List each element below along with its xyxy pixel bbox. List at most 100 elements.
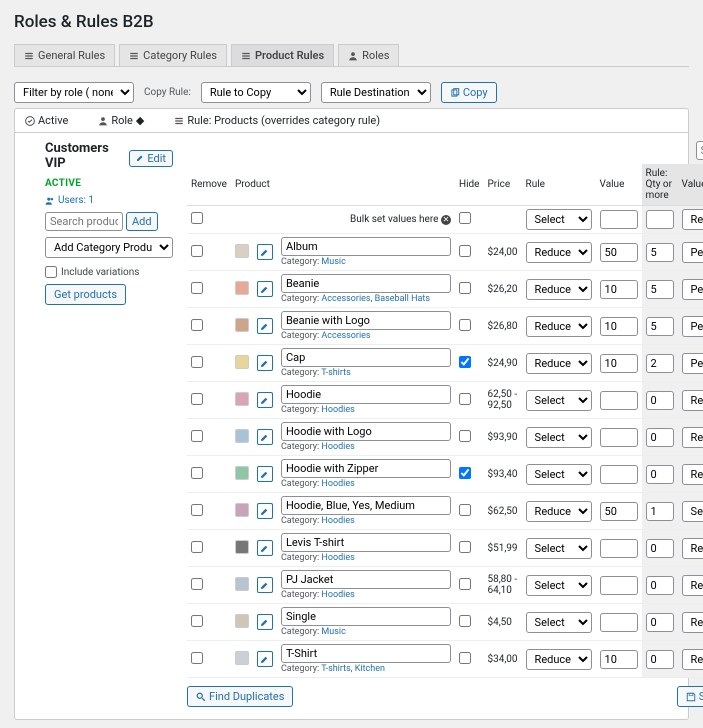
value-input[interactable] [600,317,638,336]
category-link[interactable]: Music [321,627,345,637]
category-link[interactable]: Baseball Hats [375,294,430,304]
hide-checkbox[interactable] [459,578,471,590]
rule-select[interactable]: Select [526,612,592,633]
hide-checkbox[interactable] [459,245,471,257]
qty-input[interactable] [646,280,674,299]
qty-input[interactable] [646,317,674,336]
rule2-select[interactable]: Percen [682,242,703,263]
rule-select[interactable]: Reduce by p [526,501,592,522]
edit-product-button[interactable] [257,503,273,519]
rule2-select[interactable]: Percen [682,279,703,300]
category-link[interactable]: Hoodies [321,442,354,452]
product-name-input[interactable] [281,533,451,552]
qty-input[interactable] [646,576,674,595]
rule-select[interactable]: Select [526,575,592,596]
hide-checkbox[interactable] [459,430,471,442]
tab-general[interactable]: General Rules [14,44,115,66]
remove-checkbox[interactable] [191,393,203,405]
remove-checkbox[interactable] [191,467,203,479]
save-changes-button[interactable]: Save changes [677,686,703,707]
hide-checkbox[interactable] [459,541,471,553]
value-input[interactable] [600,354,638,373]
rule2-select[interactable]: Reduce [682,612,703,633]
rule2-select[interactable]: Percen [682,353,703,374]
rule-select[interactable]: Select [526,538,592,559]
edit-product-button[interactable] [257,429,273,445]
rule2-select[interactable]: Percen [682,316,703,337]
remove-checkbox[interactable] [191,356,203,368]
edit-product-button[interactable] [257,244,273,260]
product-name-input[interactable] [281,496,451,515]
qty-input[interactable] [646,391,674,410]
edit-product-button[interactable] [257,318,273,334]
rule2-select[interactable]: Reduce [682,649,703,670]
remove-checkbox[interactable] [191,652,203,664]
value-input[interactable] [600,539,638,558]
category-link[interactable]: Hoodies [321,405,354,415]
remove-checkbox[interactable] [191,245,203,257]
value-input[interactable] [600,391,638,410]
bulk-rule-select[interactable]: Select [526,209,592,230]
bulk-remove-checkbox[interactable] [191,212,203,224]
remove-checkbox[interactable] [191,319,203,331]
value-input[interactable] [600,243,638,262]
value-input[interactable] [600,502,638,521]
remove-checkbox[interactable] [191,282,203,294]
rule2-select[interactable]: Reduce [682,427,703,448]
remove-checkbox[interactable] [191,430,203,442]
category-link[interactable]: Kitchen [355,664,385,674]
rule-select[interactable]: Reduce by p [526,353,592,374]
value-input[interactable] [600,280,638,299]
category-link[interactable]: Hoodies [321,479,354,489]
qty-input[interactable] [646,243,674,262]
edit-product-button[interactable] [257,466,273,482]
bulk-value-input[interactable] [600,210,638,229]
rule-select[interactable]: Reduce by p [526,316,592,337]
product-name-input[interactable] [281,422,451,441]
bulk-hide-checkbox[interactable] [459,212,471,224]
col-role[interactable]: Role ◆ [98,114,144,127]
search-input[interactable] [696,141,703,160]
category-link[interactable]: T-shirts [321,368,351,378]
remove-checkbox[interactable] [191,615,203,627]
hide-checkbox[interactable] [459,282,471,294]
rule-select[interactable]: Select [526,390,592,411]
bulk-qty-input[interactable] [646,210,674,229]
hide-checkbox[interactable] [459,319,471,331]
category-link[interactable]: Hoodies [321,553,354,563]
qty-input[interactable] [646,465,674,484]
rule-select[interactable]: Select [526,427,592,448]
col-active[interactable]: Active [25,114,68,127]
tab-roles[interactable]: Roles [338,44,399,66]
role-filter-select[interactable]: Filter by role ( none ) [14,82,134,103]
edit-product-button[interactable] [257,392,273,408]
value-input[interactable] [600,576,638,595]
tab-category[interactable]: Category Rules [119,44,227,66]
product-name-input[interactable] [281,644,451,663]
category-link[interactable]: Music [321,257,345,267]
edit-product-button[interactable] [257,614,273,630]
info-icon[interactable]: ✕ [441,215,451,225]
get-products-button[interactable]: Get products [45,284,126,305]
rule-to-copy-select[interactable]: Rule to Copy [201,82,311,103]
rule-select[interactable]: Select [526,464,592,485]
product-name-input[interactable] [281,274,451,293]
product-name-input[interactable] [281,607,451,626]
rule-select[interactable]: Reduce by p [526,649,592,670]
hide-checkbox[interactable] [459,467,471,479]
edit-product-button[interactable] [257,577,273,593]
bulk-rule2-select[interactable]: Reduce [682,209,703,230]
copy-button[interactable]: Copy [441,82,497,103]
category-link[interactable]: Hoodies [321,590,354,600]
remove-checkbox[interactable] [191,504,203,516]
product-name-input[interactable] [281,237,451,256]
remove-checkbox[interactable] [191,541,203,553]
value-input[interactable] [600,613,638,632]
remove-checkbox[interactable] [191,578,203,590]
qty-input[interactable] [646,428,674,447]
value-input[interactable] [600,650,638,669]
hide-checkbox[interactable] [459,504,471,516]
rule2-select[interactable]: Set fixe [682,501,703,522]
product-name-input[interactable] [281,385,451,404]
qty-input[interactable] [646,354,674,373]
